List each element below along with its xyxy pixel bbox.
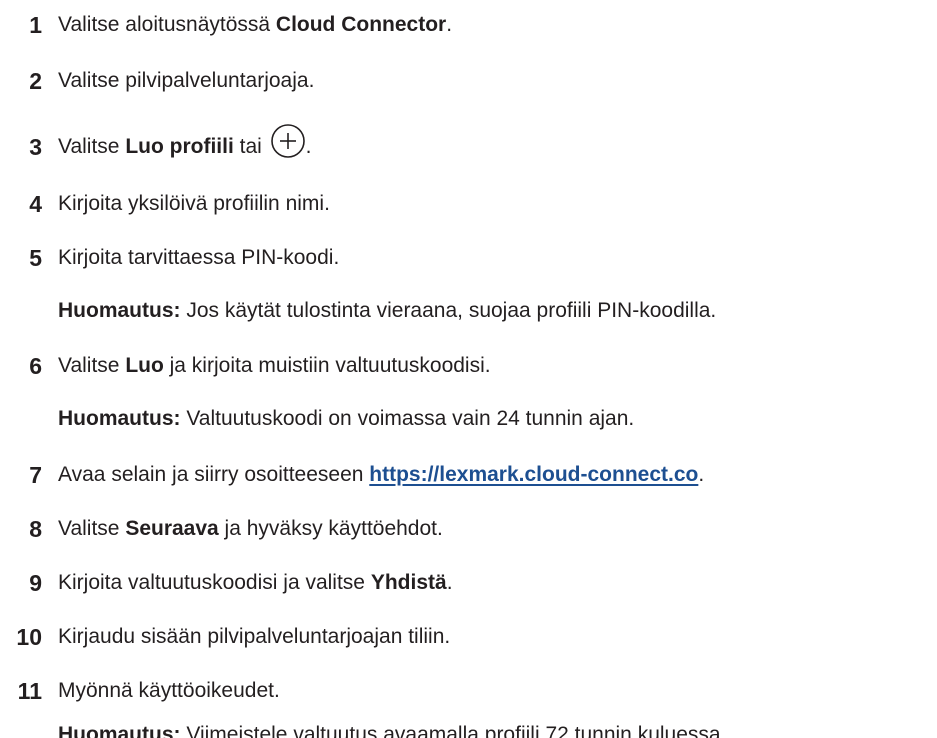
step-text: Kirjoita yksilöivä profiilin nimi. — [58, 192, 330, 215]
note-text: Viimeistele valtuutus avaamalla profiili… — [180, 723, 727, 738]
step-9: 9 Kirjoita valtuutuskoodisi ja valitse Y… — [0, 563, 937, 603]
step-text: Kirjoita valtuutuskoodisi ja valitse Yhd… — [58, 571, 453, 595]
note-step-11: Huomautus: Viimeistele valtuutus avaamal… — [58, 715, 726, 738]
note-text: Valtuutuskoodi on voimassa vain 24 tunni… — [180, 407, 635, 430]
step-number: 8 — [29, 515, 42, 542]
step-text-pre: Kirjoita valtuutuskoodisi ja valitse — [58, 571, 371, 594]
step-6: 6 Valitse Luo ja kirjoita muistiin valtu… — [0, 346, 937, 386]
step-text: Valitse pilvipalveluntarjoaja. — [58, 69, 315, 92]
step-11: 11 Myönnä käyttöoikeudet. — [0, 671, 937, 711]
step-text-pre: Valitse aloitusnäytössä — [58, 13, 276, 36]
step-2: 2 Valitse pilvipalveluntarjoaja. — [0, 61, 937, 101]
step-text-pre: Valitse — [58, 354, 126, 377]
step-text-post: ja hyväksy käyttöehdot. — [218, 517, 443, 540]
note-step-5: Huomautus: Jos käytät tulostinta vieraan… — [58, 291, 716, 331]
note-label: Huomautus: — [58, 407, 181, 430]
step-8: 8 Valitse Seuraava ja hyväksy käyttöehdo… — [0, 509, 937, 549]
step-text: Valitse aloitusnäytössä Cloud Connector. — [58, 13, 452, 37]
step-number: 10 — [16, 623, 42, 650]
step-number: 11 — [17, 677, 42, 704]
instruction-steps: 1 Valitse aloitusnäytössä Cloud Connecto… — [0, 0, 937, 738]
ui-term: Luo — [125, 354, 164, 377]
ui-term: Cloud Connector — [275, 13, 447, 36]
note-step-6: Huomautus: Valtuutuskoodi on voimassa va… — [58, 399, 634, 439]
step-7: 7 Avaa selain ja siirry osoitteeseen htt… — [0, 455, 937, 495]
step-number: 7 — [29, 461, 42, 488]
step-text-pre: Valitse — [58, 135, 126, 158]
note-label: Huomautus: — [58, 299, 181, 322]
step-text-post: . — [446, 13, 453, 36]
step-number: 5 — [29, 244, 42, 271]
step-text-post: . — [305, 135, 312, 158]
step-number: 6 — [29, 352, 42, 379]
ui-term: Seuraava — [125, 517, 219, 540]
cloud-connect-link[interactable]: https://lexmark.cloud-connect.co — [369, 463, 698, 487]
step-text: Myönnä käyttöoikeudet. — [58, 679, 280, 702]
step-number: 1 — [29, 11, 42, 38]
step-text-post: . — [446, 571, 453, 594]
step-text: Avaa selain ja siirry osoitteeseen https… — [58, 463, 704, 487]
step-1: 1 Valitse aloitusnäytössä Cloud Connecto… — [0, 5, 937, 45]
ui-term: Yhdistä — [370, 571, 447, 594]
step-text: Kirjaudu sisään pilvipalveluntarjoajan t… — [58, 625, 451, 648]
step-text: Valitse Seuraava ja hyväksy käyttöehdot. — [58, 517, 443, 541]
step-text-mid: tai — [233, 135, 268, 158]
note-label: Huomautus: — [58, 723, 181, 738]
step-text: Valitse Luo ja kirjoita muistiin valtuut… — [58, 354, 491, 378]
note-text: Jos käytät tulostinta vieraana, suojaa p… — [180, 299, 717, 322]
step-number: 2 — [29, 67, 42, 94]
ui-term: Luo profiili — [125, 135, 234, 158]
step-text-post: ja kirjoita muistiin valtuutuskoodisi. — [163, 354, 491, 377]
step-3: 3 Valitse Luo profiili tai . — [0, 124, 937, 167]
step-text-pre: Valitse — [58, 517, 126, 540]
step-number: 9 — [29, 569, 42, 596]
step-5: 5 Kirjoita tarvittaessa PIN-koodi. — [0, 238, 937, 278]
step-text-post: . — [698, 463, 705, 486]
step-text: Valitse Luo profiili tai . — [58, 124, 312, 165]
step-text-pre: Avaa selain ja siirry osoitteeseen — [58, 463, 370, 486]
plus-circle-icon — [270, 123, 306, 159]
step-number: 4 — [29, 190, 42, 217]
step-10: 10 Kirjaudu sisään pilvipalveluntarjoaja… — [0, 617, 937, 657]
step-4: 4 Kirjoita yksilöivä profiilin nimi. — [0, 184, 937, 224]
step-text: Kirjoita tarvittaessa PIN-koodi. — [58, 246, 340, 269]
step-number: 3 — [29, 133, 42, 160]
